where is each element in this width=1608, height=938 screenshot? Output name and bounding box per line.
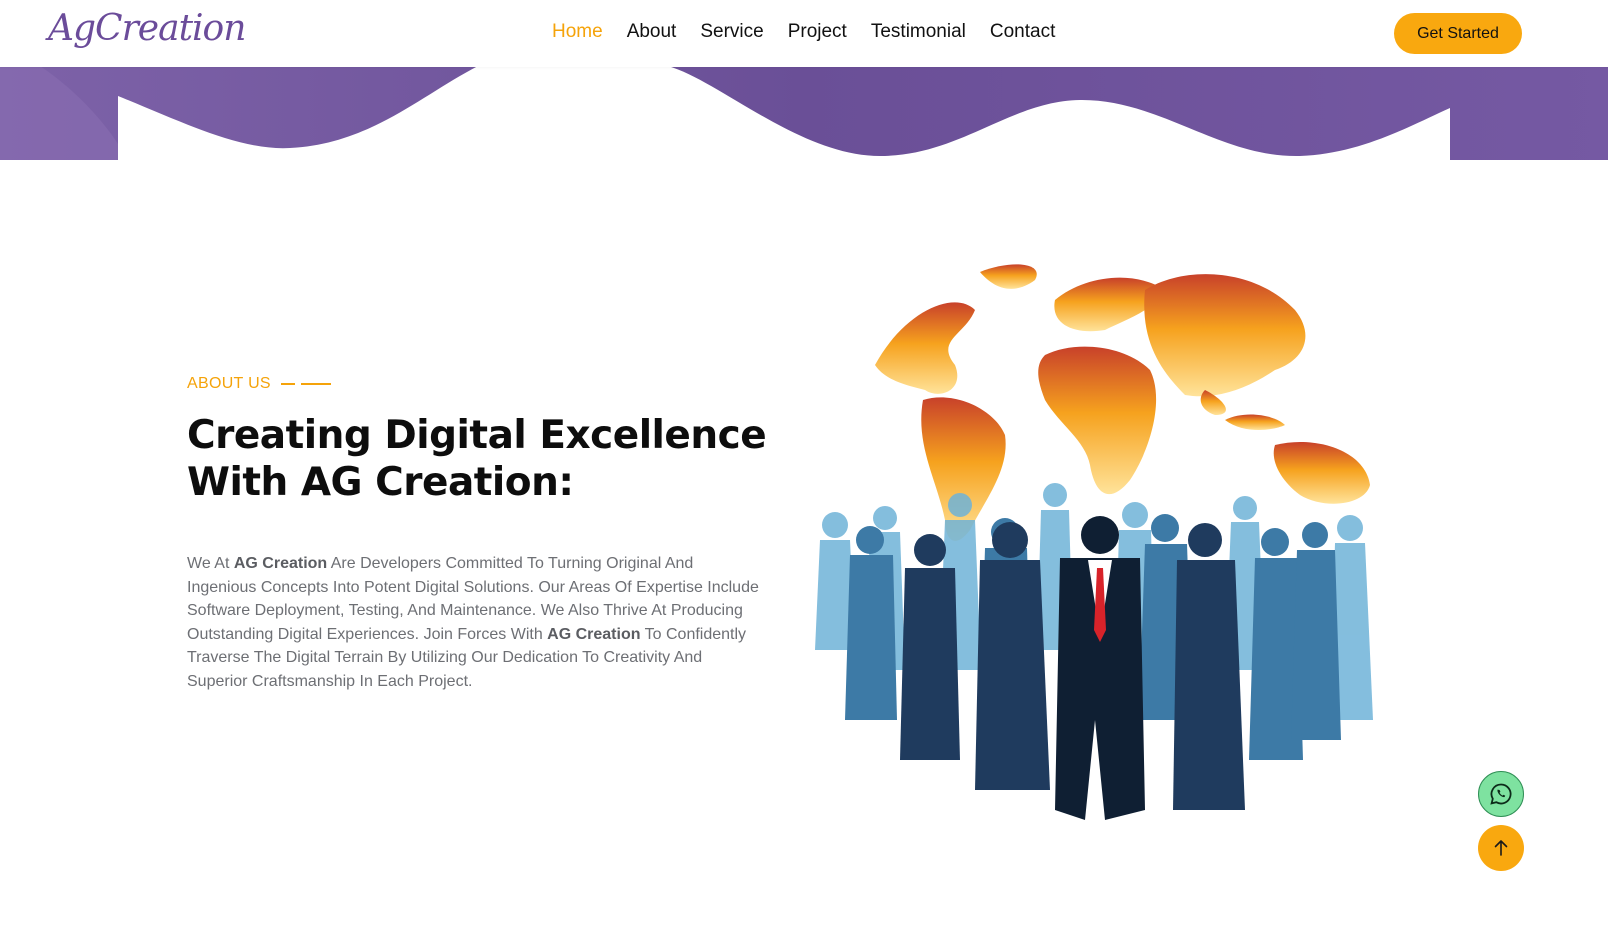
section-heading: Creating Digital Excellence With AG Crea… <box>187 412 767 506</box>
arrow-up-icon <box>1494 840 1508 856</box>
para-brand: AG Creation <box>547 625 641 643</box>
brand-logo[interactable]: AgCreation <box>48 8 246 49</box>
main-nav: Home About Service Project Testimonial C… <box>552 21 1079 43</box>
nav-testimonial[interactable]: Testimonial <box>871 21 966 43</box>
heading-line-1: Creating Digital Excellence <box>187 413 767 458</box>
kicker-dash <box>280 383 295 385</box>
heading-line-2: With AG Creation: <box>187 460 574 505</box>
about-paragraph: We At AG Creation Are Developers Committ… <box>187 552 762 693</box>
para-text: We At <box>187 555 234 572</box>
nav-about[interactable]: About <box>627 21 677 43</box>
globe-people-illustration <box>815 264 1373 820</box>
whatsapp-icon <box>1490 783 1512 805</box>
kicker-dash <box>300 383 331 385</box>
nav-home[interactable]: Home <box>552 21 603 43</box>
scroll-top-button[interactable] <box>1478 825 1524 871</box>
whatsapp-button[interactable] <box>1478 771 1524 817</box>
get-started-button[interactable]: Get Started <box>1394 13 1522 54</box>
nav-service[interactable]: Service <box>700 21 763 43</box>
site-header: AgCreation Home About Service Project Te… <box>0 0 1608 67</box>
section-kicker: ABOUT US <box>187 375 331 393</box>
nav-project[interactable]: Project <box>788 21 847 43</box>
para-brand: AG Creation <box>233 555 328 572</box>
purple-wave-banner <box>0 66 1608 160</box>
nav-contact[interactable]: Contact <box>990 21 1055 43</box>
kicker-label: ABOUT US <box>187 375 271 392</box>
